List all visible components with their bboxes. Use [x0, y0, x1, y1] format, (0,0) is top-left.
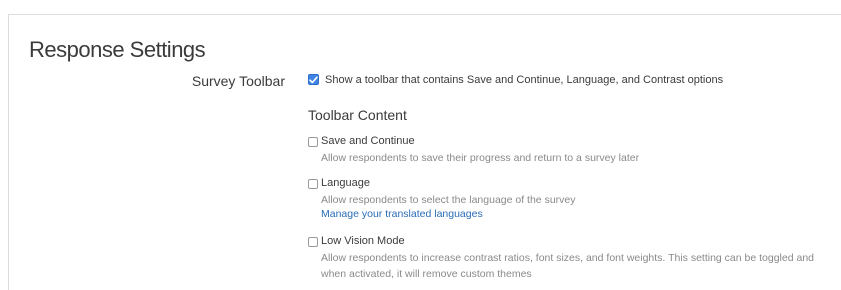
save-and-continue-label[interactable]: Save and Continue — [321, 135, 415, 147]
checkmark-icon — [309, 75, 318, 83]
language-label[interactable]: Language — [321, 177, 370, 189]
survey-toolbar-label: Survey Toolbar — [191, 73, 285, 89]
page-title: Response Settings — [29, 37, 206, 62]
low-vision-mode-label[interactable]: Low Vision Mode — [321, 235, 405, 247]
low-vision-mode-checkbox[interactable] — [308, 237, 318, 247]
survey-toolbar-checkbox[interactable] — [308, 74, 319, 85]
response-settings-panel: Response Settings Survey Toolbar Show a … — [8, 14, 841, 290]
low-vision-mode-description: Allow respondents to increase contrast r… — [321, 252, 815, 280]
save-and-continue-description: Allow respondents to save their progress… — [321, 152, 640, 164]
language-checkbox[interactable] — [308, 179, 318, 189]
language-description: Allow respondents to select the language… — [321, 194, 576, 206]
save-and-continue-checkbox[interactable] — [308, 137, 318, 147]
survey-toolbar-checkbox-label[interactable]: Show a toolbar that contains Save and Co… — [325, 74, 723, 86]
toolbar-content-heading: Toolbar Content — [308, 107, 407, 123]
manage-translated-languages-link[interactable]: Manage your translated languages — [321, 208, 483, 220]
